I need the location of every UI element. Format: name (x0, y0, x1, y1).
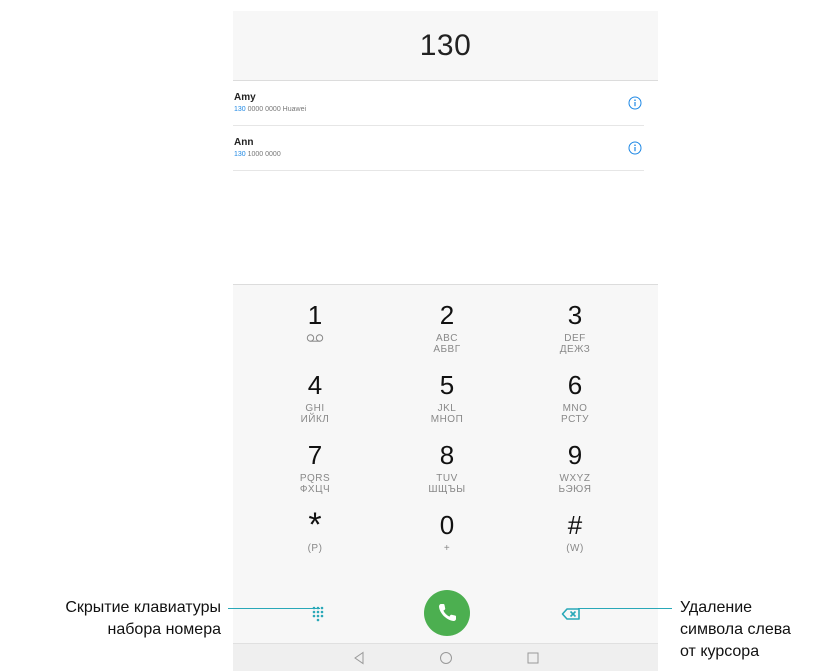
dialed-number[interactable]: 130 (233, 11, 658, 80)
key-9[interactable]: 9 WXYZ ЬЭЮЯ (530, 441, 620, 517)
key-5[interactable]: 5 JKL МНОП (402, 371, 492, 447)
contact-row[interactable]: Ann 130 1000 0000 (233, 126, 658, 171)
key-hash[interactable]: # (W) (530, 511, 620, 587)
delete-button[interactable] (557, 599, 587, 629)
hide-keypad-button[interactable] (303, 599, 333, 629)
key-8[interactable]: 8 TUV ШЩЪЫ (402, 441, 492, 517)
key-digit: 8 (439, 440, 455, 470)
key-digit: 3 (567, 300, 583, 330)
number-rest: 1000 0000 (245, 151, 281, 158)
backspace-icon (561, 608, 580, 620)
key-6[interactable]: 6 MNO РСТУ (530, 371, 620, 447)
row-divider (233, 170, 644, 171)
key-letters: (P) (307, 543, 323, 554)
hide-keypad-annotation: Скрытие клавиатуры набора номера (0, 597, 221, 641)
key-4[interactable]: 4 GHI ИЙКЛ (270, 371, 360, 447)
voicemail-icon (306, 334, 324, 342)
key-star[interactable]: * (P) (270, 506, 360, 587)
key-letters-cyrillic: ЬЭЮЯ (558, 484, 592, 495)
leader-line-right (578, 608, 672, 609)
call-button[interactable] (424, 590, 470, 636)
key-digit: 1 (307, 300, 323, 330)
phone-icon (439, 604, 456, 621)
contact-name: Ann (234, 137, 254, 148)
key-0[interactable]: 0 + (402, 511, 492, 587)
key-letters: + (443, 543, 451, 554)
key-letters-cyrillic: ФХЦЧ (299, 484, 331, 495)
contact-suggestions: Amy 130 0000 0000 Huawei Ann 130 1000 00… (233, 81, 658, 284)
contact-number: 130 0000 0000 Huawei (234, 106, 306, 113)
key-digit: 0 (439, 510, 455, 540)
key-letters-cyrillic: АБВГ (433, 344, 461, 355)
key-3[interactable]: 3 DEF ДЕЖЗ (530, 301, 620, 377)
info-icon[interactable] (628, 141, 642, 155)
key-letters-cyrillic: ДЕЖЗ (559, 344, 591, 355)
phone-screen: 130 Amy 130 0000 0000 Huawei Ann 130 100… (233, 11, 658, 671)
key-letters: DEF (564, 333, 586, 344)
key-digit: 4 (307, 370, 323, 400)
key-letters: GHI (305, 403, 325, 414)
key-letters: JKL (437, 403, 457, 414)
number-rest: 0000 0000 Huawei (245, 106, 307, 113)
key-letters: (W) (566, 543, 584, 554)
key-digit: 9 (567, 440, 583, 470)
key-letters: MNO (562, 403, 588, 414)
delete-annotation: Удаление символа слева от курсора (680, 597, 830, 663)
key-digit: 6 (567, 370, 583, 400)
key-letters: PQRS (299, 473, 331, 484)
annotation-line: символа слева (680, 621, 791, 638)
recents-icon[interactable] (525, 650, 541, 666)
home-icon[interactable] (438, 650, 454, 666)
key-digit: 7 (307, 440, 323, 470)
key-letters-cyrillic: МНОП (430, 414, 464, 425)
contact-row[interactable]: Amy 130 0000 0000 Huawei (233, 81, 658, 126)
key-digit: # (567, 510, 583, 540)
key-digit: 5 (439, 370, 455, 400)
key-digit: * (308, 506, 322, 544)
annotation-line: Удаление (680, 599, 753, 616)
manual-figure: 130 Amy 130 0000 0000 Huawei Ann 130 100… (0, 0, 831, 671)
key-letters: WXYZ (559, 473, 591, 484)
annotation-line: набора номера (107, 621, 221, 638)
key-letters-cyrillic: ШЩЪЫ (428, 484, 466, 495)
info-icon[interactable] (628, 96, 642, 110)
key-digit: 2 (439, 300, 455, 330)
annotation-line: от курсора (680, 643, 760, 660)
key-letters-cyrillic: ИЙКЛ (300, 414, 330, 425)
key-letters-cyrillic: РСТУ (561, 414, 589, 425)
annotation-line: Скрытие клавиатуры (65, 599, 221, 616)
contact-number: 130 1000 0000 (234, 151, 281, 158)
key-1[interactable]: 1 (270, 301, 360, 377)
back-icon[interactable] (351, 650, 367, 666)
key-2[interactable]: 2 ABC АБВГ (402, 301, 492, 377)
number-match: 130 (234, 151, 246, 158)
key-letters: ABC (435, 333, 459, 344)
dialer-actions (233, 585, 658, 643)
contact-name: Amy (234, 92, 256, 103)
navigation-bar (233, 643, 658, 671)
number-match: 130 (234, 106, 246, 113)
dial-keypad: 1 2 ABC АБВГ 3 DEF ДЕЖЗ 4 GHI ИЙКЛ 5 JKL… (233, 285, 658, 585)
key-letters: TUV (436, 473, 458, 484)
leader-line-left (228, 608, 320, 609)
keypad-grid-icon (312, 606, 324, 622)
